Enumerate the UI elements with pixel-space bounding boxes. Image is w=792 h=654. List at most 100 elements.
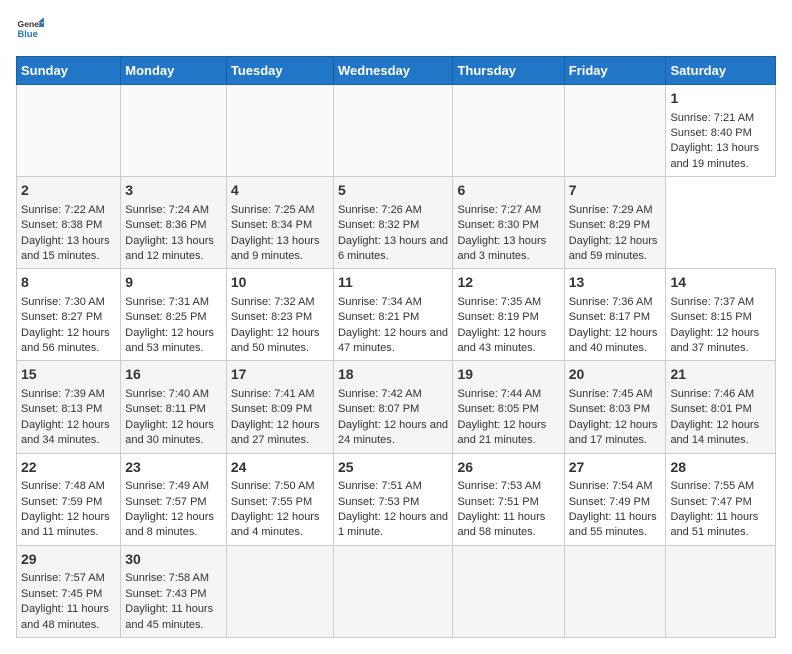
- day-number: 12: [457, 273, 559, 293]
- calendar-cell: 3Sunrise: 7:24 AMSunset: 8:36 PMDaylight…: [121, 177, 227, 269]
- day-number: 22: [21, 458, 116, 478]
- daylight-text: Daylight: 12 hours and 4 minutes.: [231, 511, 320, 538]
- day-number: 16: [125, 365, 222, 385]
- daylight-text: Daylight: 13 hours and 6 minutes.: [338, 235, 448, 262]
- daylight-text: Daylight: 11 hours and 45 minutes.: [125, 603, 213, 630]
- day-number: 25: [338, 458, 448, 478]
- calendar-cell: 27 Sunrise: 7:54 AM Sunset: 7:49 PM Dayligh…: [564, 453, 666, 545]
- sunset-text: Sunset: 7:51 PM: [457, 496, 538, 508]
- daylight-text: Daylight: 12 hours and 1 minute.: [338, 511, 448, 538]
- day-number: 19: [457, 365, 559, 385]
- sunset-text: Sunset: 8:34 PM: [231, 219, 312, 231]
- sunrise-text: Sunrise: 7:58 AM: [125, 572, 209, 584]
- calendar-cell: [564, 545, 666, 637]
- day-number: 20: [569, 365, 662, 385]
- daylight-text: Daylight: 11 hours and 55 minutes.: [569, 511, 657, 538]
- daylight-text: Daylight: 12 hours and 53 minutes.: [125, 327, 214, 354]
- calendar-cell: 16Sunrise: 7:40 AMSunset: 8:11 PMDayligh…: [121, 361, 227, 453]
- daylight-text: Daylight: 12 hours and 40 minutes.: [569, 327, 658, 354]
- daylight-text: Daylight: 12 hours and 14 minutes.: [670, 419, 759, 446]
- svg-text:Blue: Blue: [18, 29, 38, 39]
- sunrise-text: Sunrise: 7:25 AM: [231, 204, 315, 216]
- day-number: 5: [338, 181, 448, 201]
- sunrise-text: Sunrise: 7:50 AM: [231, 480, 315, 492]
- sunset-text: Sunset: 8:15 PM: [670, 311, 751, 323]
- sunset-text: Sunset: 7:49 PM: [569, 496, 650, 508]
- calendar-week-2: 2Sunrise: 7:22 AMSunset: 8:38 PMDaylight…: [17, 177, 776, 269]
- calendar-cell: [121, 85, 227, 177]
- page-header: General Blue: [16, 16, 776, 44]
- sunrise-text: Sunrise: 7:49 AM: [125, 480, 209, 492]
- sunset-text: Sunset: 8:05 PM: [457, 403, 538, 415]
- sunrise-text: Sunrise: 7:39 AM: [21, 388, 105, 400]
- calendar-cell: [333, 545, 452, 637]
- sunset-text: Sunset: 8:07 PM: [338, 403, 419, 415]
- day-number: 18: [338, 365, 448, 385]
- sunset-text: Sunset: 8:29 PM: [569, 219, 650, 231]
- calendar-week-4: 15Sunrise: 7:39 AMSunset: 8:13 PMDayligh…: [17, 361, 776, 453]
- day-number: 23: [125, 458, 222, 478]
- sunset-text: Sunset: 7:53 PM: [338, 496, 419, 508]
- calendar-week-3: 8Sunrise: 7:30 AMSunset: 8:27 PMDaylight…: [17, 269, 776, 361]
- day-number: 6: [457, 181, 559, 201]
- sunset-text: Sunset: 8:27 PM: [21, 311, 102, 323]
- sunrise-text: Sunrise: 7:21 AM: [670, 112, 754, 124]
- daylight-text: Daylight: 13 hours and 19 minutes.: [670, 142, 759, 169]
- sunrise-text: Sunrise: 7:31 AM: [125, 296, 209, 308]
- day-number: 30: [125, 550, 222, 570]
- dow-header-wednesday: Wednesday: [333, 57, 452, 85]
- svg-text:General: General: [18, 19, 44, 29]
- calendar-cell: 2Sunrise: 7:22 AMSunset: 8:38 PMDaylight…: [17, 177, 121, 269]
- calendar-cell: [226, 545, 333, 637]
- dow-header-sunday: Sunday: [17, 57, 121, 85]
- sunset-text: Sunset: 8:30 PM: [457, 219, 538, 231]
- sunrise-text: Sunrise: 7:57 AM: [21, 572, 105, 584]
- day-number: 27: [569, 458, 662, 478]
- sunset-text: Sunset: 8:11 PM: [125, 403, 206, 415]
- daylight-text: Daylight: 12 hours and 11 minutes.: [21, 511, 110, 538]
- sunset-text: Sunset: 8:32 PM: [338, 219, 419, 231]
- sunset-text: Sunset: 8:09 PM: [231, 403, 312, 415]
- calendar-cell: 10Sunrise: 7:32 AMSunset: 8:23 PMDayligh…: [226, 269, 333, 361]
- sunset-text: Sunset: 8:19 PM: [457, 311, 538, 323]
- day-number: 3: [125, 181, 222, 201]
- calendar-cell: 8Sunrise: 7:30 AMSunset: 8:27 PMDaylight…: [17, 269, 121, 361]
- sunrise-text: Sunrise: 7:26 AM: [338, 204, 422, 216]
- daylight-text: Daylight: 12 hours and 30 minutes.: [125, 419, 214, 446]
- day-number: 15: [21, 365, 116, 385]
- day-number: 14: [670, 273, 771, 293]
- sunrise-text: Sunrise: 7:22 AM: [21, 204, 105, 216]
- calendar-cell: [453, 85, 564, 177]
- calendar-cell: 28Sunrise: 7:55 AMSunset: 7:47 PMDayligh…: [666, 453, 776, 545]
- calendar-cell: 6Sunrise: 7:27 AMSunset: 8:30 PMDaylight…: [453, 177, 564, 269]
- calendar-cell: [333, 85, 452, 177]
- sunset-text: Sunset: 8:21 PM: [338, 311, 419, 323]
- dow-header-monday: Monday: [121, 57, 227, 85]
- day-number: 2: [21, 181, 116, 201]
- sunrise-text: Sunrise: 7:53 AM: [457, 480, 541, 492]
- day-number: 24: [231, 458, 329, 478]
- calendar-cell: [666, 545, 776, 637]
- daylight-text: Daylight: 13 hours and 3 minutes.: [457, 235, 546, 262]
- calendar-cell: 21Sunrise: 7:46 AMSunset: 8:01 PMDayligh…: [666, 361, 776, 453]
- day-number: 1: [670, 89, 771, 109]
- calendar-cell: 1Sunrise: 7:21 AMSunset: 8:40 PMDaylight…: [666, 85, 776, 177]
- sunrise-text: Sunrise: 7:24 AM: [125, 204, 209, 216]
- calendar-cell: 30Sunrise: 7:58 AMSunset: 7:43 PMDayligh…: [121, 545, 227, 637]
- calendar-cell: 4Sunrise: 7:25 AMSunset: 8:34 PMDaylight…: [226, 177, 333, 269]
- calendar-cell: 25 Sunrise: 7:51 AM Sunset: 7:53 PM Dayligh…: [333, 453, 452, 545]
- sunrise-text: Sunrise: 7:37 AM: [670, 296, 754, 308]
- calendar-week-5: 22Sunrise: 7:48 AMSunset: 7:59 PMDayligh…: [17, 453, 776, 545]
- dow-header-tuesday: Tuesday: [226, 57, 333, 85]
- day-number: 13: [569, 273, 662, 293]
- sunset-text: Sunset: 7:57 PM: [125, 496, 206, 508]
- day-number: 11: [338, 273, 448, 293]
- sunrise-text: Sunrise: 7:44 AM: [457, 388, 541, 400]
- sunrise-text: Sunrise: 7:51 AM: [338, 480, 422, 492]
- calendar-cell: 11Sunrise: 7:34 AMSunset: 8:21 PMDayligh…: [333, 269, 452, 361]
- sunrise-text: Sunrise: 7:54 AM: [569, 480, 653, 492]
- sunset-text: Sunset: 7:47 PM: [670, 496, 751, 508]
- dow-header-friday: Friday: [564, 57, 666, 85]
- day-number: 7: [569, 181, 662, 201]
- calendar-cell: 26Sunrise: 7:53 AMSunset: 7:51 PMDayligh…: [453, 453, 564, 545]
